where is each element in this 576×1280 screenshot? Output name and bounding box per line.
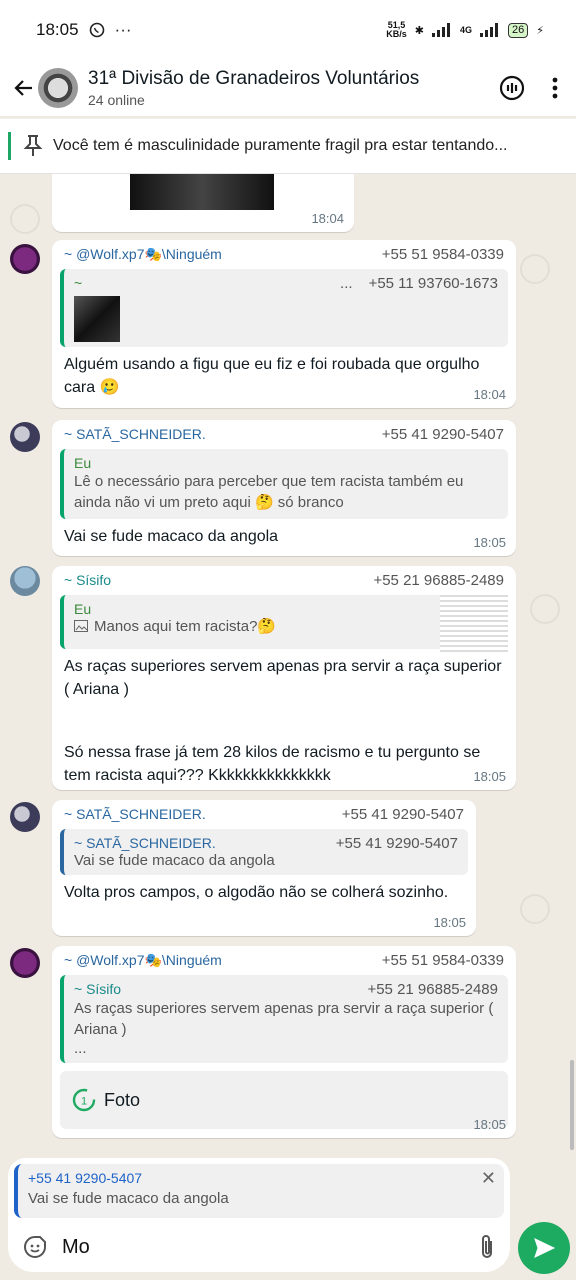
quoted-message[interactable]: Eu Lê o necessário para perceber que tem…: [60, 449, 508, 519]
group-title: 31ª Divisão de Granadeiros Voluntários: [88, 68, 420, 89]
quoted-phone: +55 41 9290-5407: [335, 835, 458, 852]
pinned-message-bar[interactable]: Você tem é masculinidade puramente fragi…: [0, 118, 576, 174]
message-bubble[interactable]: ~ @Wolf.xp7🎭\Ninguém +55 51 9584-0339 ~ …: [52, 946, 516, 1138]
whatsapp-icon: [89, 22, 104, 38]
status-time: 18:05: [36, 20, 79, 39]
reply-sender: +55 41 9290-5407: [28, 1170, 143, 1186]
message-text: Alguém usando a figu que eu fiz e foi ro…: [64, 356, 480, 396]
quoted-message[interactable]: ~ ... +55 11 93760-1673: [60, 269, 508, 347]
net-speed: 51,5 KB/s: [386, 20, 407, 39]
quoted-text: Manos aqui tem racista?🤔: [94, 618, 277, 635]
bluetooth-icon: ✱: [414, 24, 424, 37]
sender-avatar[interactable]: [10, 802, 40, 832]
sender-name[interactable]: ~ SATÃ_SCHNEIDER.: [64, 426, 206, 443]
message-bubble[interactable]: ~ SATÃ_SCHNEIDER. +55 41 9290-5407 ~ SAT…: [52, 800, 476, 936]
quoted-sender: ~: [74, 275, 83, 291]
image-icon: [74, 620, 88, 632]
svg-text:1: 1: [81, 1096, 87, 1108]
charging-icon: ⚡: [536, 24, 544, 37]
message-bubble[interactable]: ~ Sísifo +55 21 96885-2489 Eu Manos aqui…: [52, 566, 516, 790]
message-bubble[interactable]: ~ SATÃ_SCHNEIDER. +55 41 9290-5407 Eu Lê…: [52, 420, 516, 556]
message-text: As raças superiores servem apenas pra se…: [64, 658, 502, 698]
quoted-message[interactable]: ~ SATÃ_SCHNEIDER. +55 41 9290-5407 Vai s…: [60, 829, 468, 875]
quoted-sender: ~ Sísifo: [74, 981, 122, 997]
quoted-sender: Eu: [74, 455, 92, 471]
sender-phone: +55 41 9290-5407: [341, 806, 464, 823]
sender-name[interactable]: ~ @Wolf.xp7🎭\Ninguém: [64, 952, 222, 969]
sender-phone: +55 51 9584-0339: [381, 952, 504, 969]
chat-header: 31ª Divisão de Granadeiros Voluntários 2…: [0, 60, 576, 116]
sender-phone: +55 51 9584-0339: [381, 246, 504, 263]
quoted-message[interactable]: Eu Manos aqui tem racista?🤔: [60, 595, 508, 655]
quoted-sender: ~ SATÃ_SCHNEIDER.: [74, 835, 216, 851]
more-notifications-icon: ···: [114, 20, 132, 39]
quoted-sticker: [74, 296, 120, 342]
quoted-phone: +55 21 96885-2489: [367, 981, 498, 998]
photo-label: Foto: [104, 1089, 141, 1110]
message-bubble[interactable]: 18:04: [52, 174, 354, 232]
message-time: 18:05: [473, 1117, 506, 1132]
group-info[interactable]: 31ª Divisão de Granadeiros Voluntários 2…: [88, 68, 498, 108]
sender-name[interactable]: ~ SATÃ_SCHNEIDER.: [64, 806, 206, 823]
sender-avatar[interactable]: [10, 244, 40, 274]
quoted-text: As raças superiores servem apenas pra se…: [74, 1000, 494, 1038]
attach-icon[interactable]: [478, 1233, 496, 1261]
send-icon: [534, 1238, 556, 1258]
arrow-left-icon: [14, 80, 32, 96]
quoted-text: Lê o necessário para perceber que tem ra…: [74, 473, 464, 511]
message-text: Vai se fude macaco da angola: [64, 528, 279, 545]
message-input[interactable]: Mo: [62, 1236, 478, 1259]
quoted-text: Vai se fude macaco da angola: [74, 852, 275, 869]
quoted-thumbnail: [440, 595, 508, 655]
signal-icon-2: [480, 23, 499, 37]
message-time: 18:05: [473, 769, 506, 784]
message-time: 18:05: [473, 535, 506, 550]
voice-chat-icon[interactable]: [498, 74, 526, 102]
online-count: 24 online: [88, 92, 145, 108]
sender-phone: +55 41 9290-5407: [381, 426, 504, 443]
status-bar: 18:05 ··· 51,5 KB/s ✱ 4G 26 ⚡: [0, 0, 576, 60]
sender-phone: +55 21 96885-2489: [373, 572, 504, 589]
message-bubble[interactable]: ~ @Wolf.xp7🎭\Ninguém +55 51 9584-0339 ~ …: [52, 240, 516, 408]
message-text: Só nessa frase já tem 28 kilos de racism…: [64, 744, 481, 784]
message-time: 18:05: [433, 915, 466, 930]
message-image[interactable]: [130, 174, 274, 210]
photo-placeholder[interactable]: 1 Foto: [60, 1071, 508, 1129]
sender-name[interactable]: ~ @Wolf.xp7🎭\Ninguém: [64, 246, 222, 263]
sender-avatar[interactable]: [10, 422, 40, 452]
message-text: Volta pros campos, o algodão não se colh…: [64, 884, 449, 901]
quoted-sender: Eu: [74, 601, 92, 617]
scrollbar[interactable]: [570, 1060, 574, 1150]
pinned-message-text: Você tem é masculinidade puramente fragi…: [53, 137, 508, 154]
back-button[interactable]: [6, 70, 42, 106]
more-options-icon[interactable]: [552, 77, 558, 99]
sticker-icon[interactable]: [22, 1234, 48, 1260]
quoted-message[interactable]: ~ Sísifo +55 21 96885-2489 As raças supe…: [60, 975, 508, 1063]
message-time: 18:04: [311, 211, 344, 226]
message-input-bar[interactable]: Mo: [8, 1222, 510, 1272]
sender-name[interactable]: ~ Sísifo: [64, 572, 111, 589]
pin-icon: [23, 135, 43, 156]
message-time: 18:04: [473, 387, 506, 402]
reply-preview: +55 41 9290-5407 Vai se fude macaco da a…: [8, 1158, 510, 1222]
group-avatar[interactable]: [38, 68, 78, 108]
battery-indicator: 26: [508, 22, 529, 38]
send-button[interactable]: [518, 1222, 570, 1274]
signal-icon: [432, 23, 450, 37]
sender-avatar[interactable]: [10, 948, 40, 978]
reply-text: Vai se fude macaco da angola: [28, 1190, 229, 1207]
network-type: 4G: [460, 25, 473, 35]
sender-avatar[interactable]: [10, 566, 40, 596]
close-reply-icon[interactable]: ✕: [481, 1168, 496, 1189]
quoted-phone: +55 11 93760-1673: [368, 275, 498, 292]
message-list[interactable]: 18:04 ~ @Wolf.xp7🎭\Ninguém +55 51 9584-0…: [0, 174, 576, 1154]
photo-loading-icon: 1: [72, 1088, 96, 1112]
